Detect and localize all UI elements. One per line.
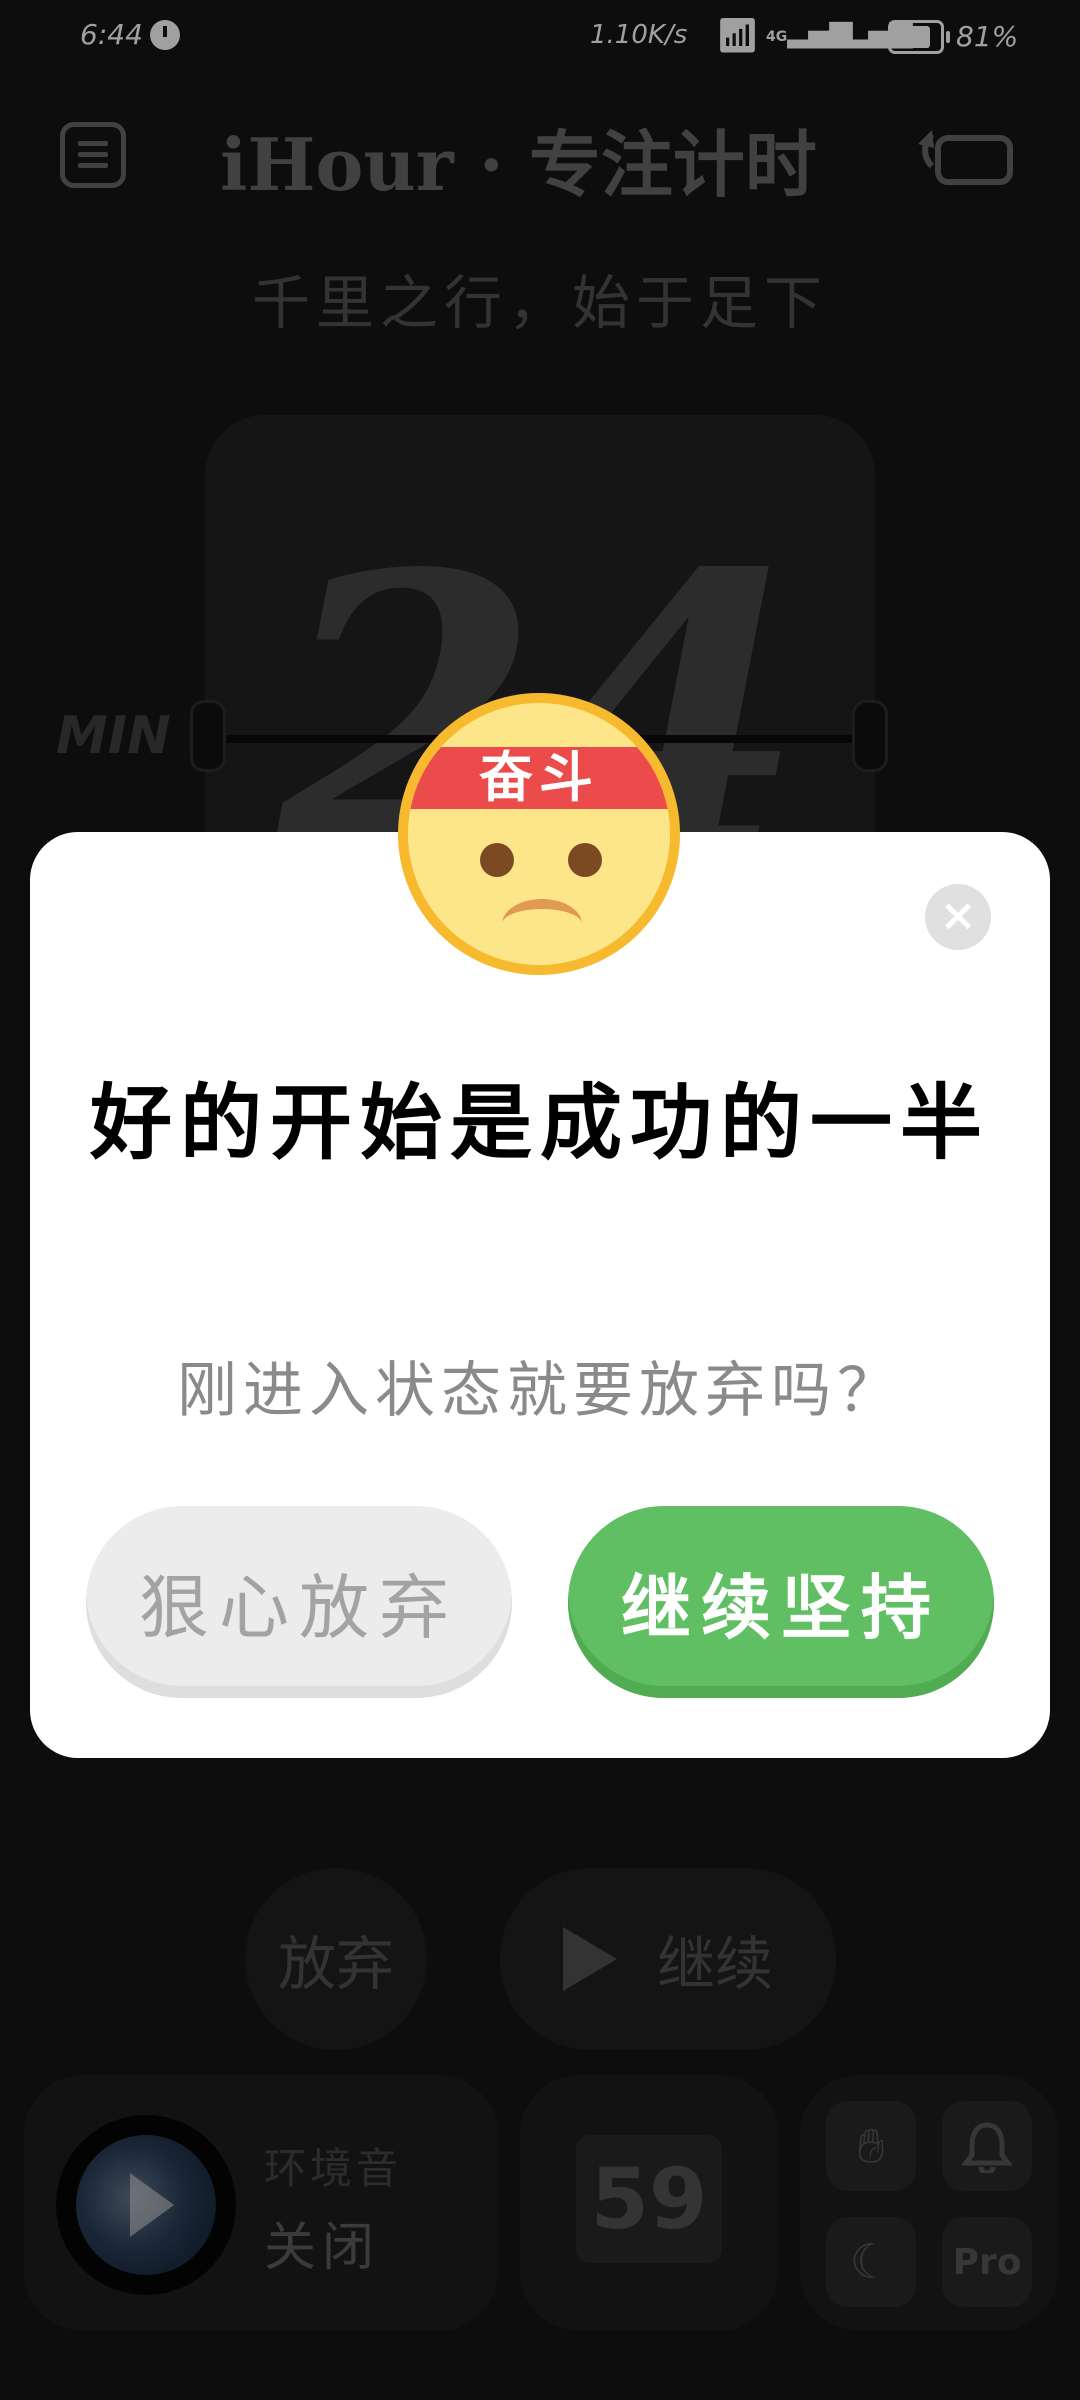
dialog-title: 好的开始是成功的一半	[89, 1075, 990, 1171]
left-eye	[480, 843, 514, 877]
close-button[interactable]: ×	[925, 884, 991, 950]
keep-going-label: 继续坚持	[621, 1565, 941, 1649]
frown-mouth	[502, 899, 582, 949]
sad-face-icon: 奋斗	[398, 693, 680, 975]
dialog-subtitle: 刚进入状态就要放弃吗？	[177, 1356, 903, 1426]
close-icon: ×	[939, 890, 977, 941]
keep-going-button[interactable]: 继续坚持	[568, 1506, 994, 1698]
confirm-give-up-button[interactable]: 狠心放弃	[86, 1506, 512, 1698]
confirm-give-up-label: 狠心放弃	[139, 1566, 459, 1649]
headband-badge: 奋斗	[408, 747, 670, 809]
right-eye	[568, 843, 602, 877]
